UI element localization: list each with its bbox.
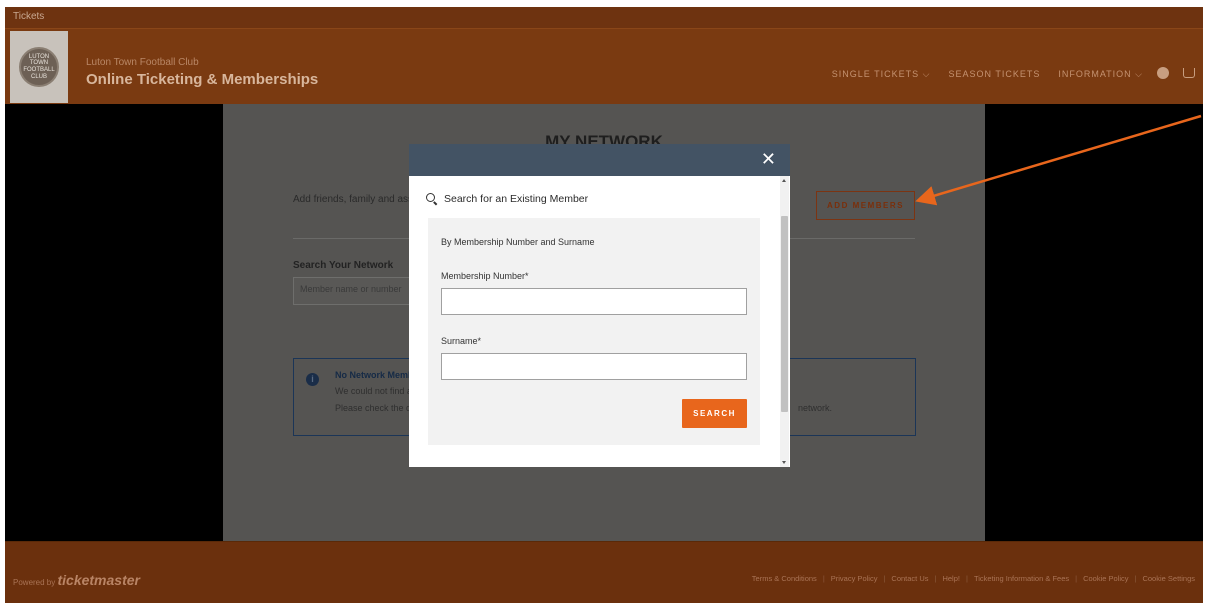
footer-link-privacy[interactable]: Privacy Policy <box>831 574 878 583</box>
form-subheading: By Membership Number and Surname <box>441 237 595 247</box>
info-icon: i <box>306 373 319 386</box>
nav-single-tickets[interactable]: SINGLE TICKETS ⌵ <box>832 69 931 80</box>
network-search-input[interactable]: Member name or number <box>293 277 423 305</box>
footer-separator: | <box>965 574 968 583</box>
surname-label: Surname* <box>441 336 482 346</box>
nav-season-tickets[interactable]: SEASON TICKETS <box>948 69 1040 80</box>
close-icon[interactable]: ✕ <box>761 149 776 170</box>
ticketmaster-logo[interactable]: ticketmaster <box>57 572 140 588</box>
left-gutter <box>5 104 223 541</box>
membership-number-input[interactable] <box>441 288 747 315</box>
right-gutter <box>985 104 1203 541</box>
footer-separator: | <box>1075 574 1078 583</box>
club-name: Luton Town Football Club <box>86 57 199 68</box>
footer-links: Terms & Conditions | Privacy Policy | Co… <box>752 574 1195 583</box>
alert-message-line: We could not find a <box>335 386 412 396</box>
scroll-down-arrow-icon[interactable] <box>782 461 786 464</box>
footer-link-terms[interactable]: Terms & Conditions <box>752 574 817 583</box>
scroll-up-arrow-icon[interactable] <box>782 179 786 182</box>
search-button[interactable]: SEARCH <box>682 399 747 428</box>
modal-body: Search for an Existing Member By Members… <box>409 176 790 467</box>
powered-by: Powered by ticketmaster <box>13 572 140 588</box>
footer-link-cookie-policy[interactable]: Cookie Policy <box>1083 574 1128 583</box>
club-logo[interactable]: LUTON TOWN FOOTBALL CLUB <box>10 31 68 103</box>
alert-title: No Network Membe <box>335 370 419 380</box>
footer-separator: | <box>934 574 937 583</box>
tab-tickets[interactable]: Tickets <box>13 11 44 22</box>
modal-section-title: Search for an Existing Member <box>426 193 588 205</box>
footer-link-contact[interactable]: Contact Us <box>891 574 928 583</box>
add-members-button[interactable]: ADD MEMBERS <box>816 191 915 220</box>
membership-number-label: Membership Number* <box>441 271 529 281</box>
footer-link-cookie-settings[interactable]: Cookie Settings <box>1142 574 1195 583</box>
site-footer: Powered by ticketmaster Terms & Conditio… <box>5 541 1203 603</box>
footer-separator: | <box>1134 574 1137 583</box>
site-header: LUTON TOWN FOOTBALL CLUB Luton Town Foot… <box>5 29 1203 104</box>
nav-information[interactable]: INFORMATION ⌵ <box>1058 69 1143 80</box>
club-crest-icon: LUTON TOWN FOOTBALL CLUB <box>19 47 59 87</box>
modal-section-title-text: Search for an Existing Member <box>444 193 589 205</box>
tab-strip: Tickets <box>5 7 1203 29</box>
modal-header: ✕ <box>409 144 790 176</box>
user-account-icon[interactable] <box>1157 67 1169 79</box>
scroll-thumb[interactable] <box>781 216 788 412</box>
footer-link-help[interactable]: Help! <box>942 574 960 583</box>
basket-icon[interactable] <box>1183 68 1195 78</box>
site-title[interactable]: Online Ticketing & Memberships <box>86 71 318 88</box>
surname-input[interactable] <box>441 353 747 380</box>
search-member-modal: ✕ Search for an Existing Member By Membe… <box>409 144 790 467</box>
footer-separator: | <box>822 574 825 583</box>
search-icon <box>426 193 438 205</box>
member-search-form: By Membership Number and Surname Members… <box>428 218 760 445</box>
alert-message-line: Please check the d <box>335 403 412 413</box>
main-nav: SINGLE TICKETS ⌵ SEASON TICKETS INFORMAT… <box>832 69 1143 80</box>
powered-by-label: Powered by <box>13 578 56 587</box>
alert-message-tail: network. <box>798 403 833 413</box>
network-intro-text: Add friends, family and assoc <box>293 194 424 205</box>
modal-scrollbar[interactable] <box>780 176 789 467</box>
footer-link-ticketing-info[interactable]: Ticketing Information & Fees <box>974 574 1069 583</box>
footer-separator: | <box>883 574 886 583</box>
header-icons <box>1157 67 1195 79</box>
network-search-label: Search Your Network <box>293 260 394 271</box>
